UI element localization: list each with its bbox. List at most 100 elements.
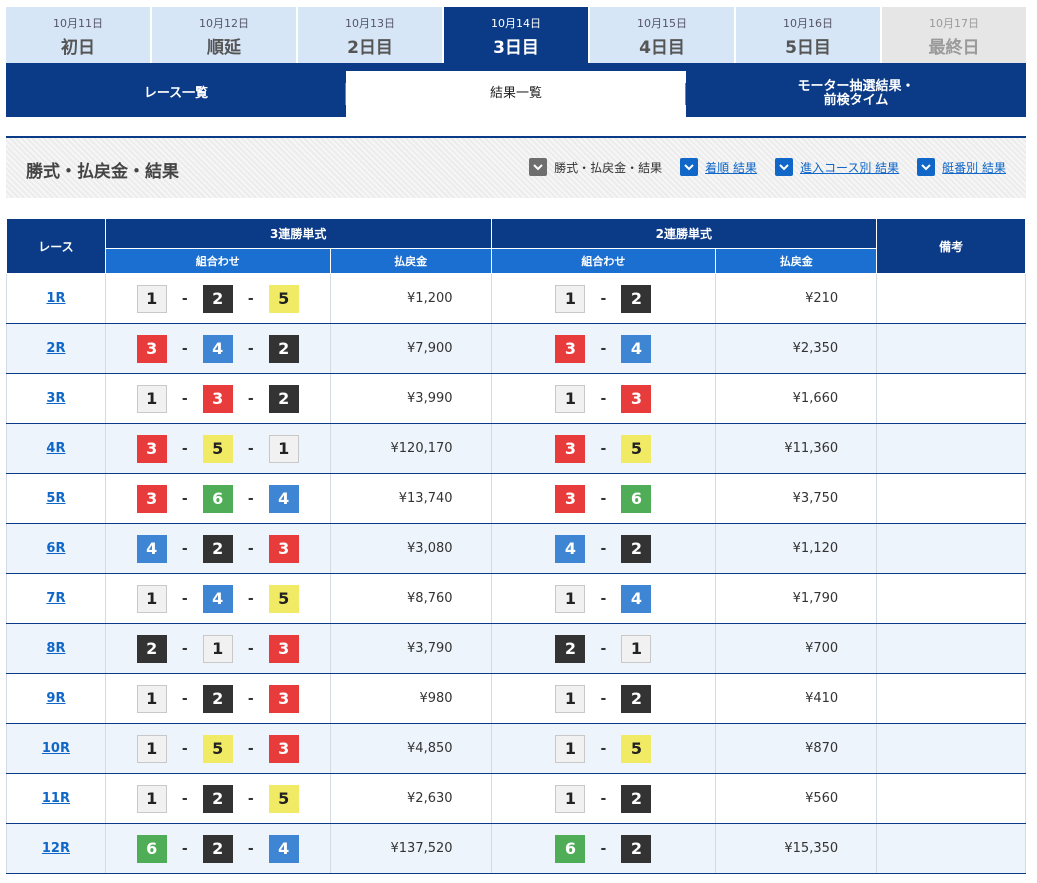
race-link[interactable]: 6R	[46, 541, 65, 556]
link-finish-order[interactable]: 着順 結果	[680, 158, 757, 176]
boat-number-badge: 6	[621, 484, 652, 513]
boat-number-badge: 2	[268, 334, 299, 363]
note-cell	[876, 723, 1026, 774]
link-course[interactable]: 進入コース別 結果	[774, 158, 899, 176]
results-table: レース 3連勝単式 2連勝単式 備考 組合わせ 払戻金 組合わせ 払戻金 1R 1…	[6, 218, 1026, 874]
link-label: 着順 結果	[705, 160, 757, 175]
combo-separator: -	[181, 490, 188, 507]
boat-number-badge: 2	[621, 684, 652, 713]
race-link[interactable]: 7R	[46, 591, 65, 606]
subtab-results[interactable]: 結果一覧	[346, 71, 686, 117]
boat-number-badge: 2	[202, 284, 233, 313]
race-link[interactable]: 5R	[46, 491, 65, 506]
boat-number-badge: 1	[136, 784, 167, 813]
trifecta-payout: ¥3,990	[330, 373, 492, 424]
boat-number-badge: 4	[136, 534, 167, 563]
chevron-down-icon	[917, 158, 936, 176]
race-cell: 10R	[6, 723, 106, 774]
combo-separator: -	[600, 540, 607, 557]
boat-number-badge: 2	[621, 284, 652, 313]
exacta-combo: 1-3	[491, 373, 717, 424]
boat-number-badge: 5	[621, 434, 652, 463]
boat-number-badge: 1	[555, 784, 586, 813]
boat-number-badge: 1	[202, 634, 233, 663]
day-tab-3[interactable]: 10月13日 2日目	[298, 7, 444, 63]
combo-separator: -	[600, 590, 607, 607]
race-link[interactable]: 3R	[46, 391, 65, 406]
table-row: 9R 1-2-3 ¥980 1-2 ¥410	[6, 673, 1026, 724]
table-row: 1R 1-2-5 ¥1,200 1-2 ¥210	[6, 273, 1026, 324]
race-link[interactable]: 11R	[42, 791, 70, 806]
combo-separator: -	[600, 290, 607, 307]
subtab-race-list[interactable]: レース一覧	[6, 71, 346, 117]
boat-number-badge: 1	[136, 384, 167, 413]
boat-number-badge: 4	[202, 584, 233, 613]
combo-separator: -	[247, 340, 254, 357]
combo-separator: -	[600, 790, 607, 807]
boat-number-badge: 3	[136, 484, 167, 513]
exacta-combo: 6-2	[491, 823, 717, 874]
day-tab-2[interactable]: 10月12日順延	[152, 7, 298, 63]
combo-separator: -	[181, 440, 188, 457]
exacta-payout: ¥210	[715, 273, 878, 324]
link-payout-current[interactable]: 勝式・払戻金・結果	[529, 158, 662, 176]
race-link[interactable]: 4R	[46, 441, 65, 456]
boat-number-badge: 1	[621, 634, 652, 663]
exacta-payout: ¥1,660	[715, 373, 878, 424]
exacta-payout: ¥410	[715, 673, 878, 724]
results-rows: 1R 1-2-5 ¥1,200 1-2 ¥210 2R 3-4-2 ¥7,900 3-4 ¥2,3…	[6, 273, 1026, 874]
day-label: 順延	[207, 38, 241, 58]
boat-number-badge: 2	[268, 384, 299, 413]
trifecta-combo: 1-2-5	[105, 273, 331, 324]
trifecta-payout: ¥980	[330, 673, 492, 724]
link-boat-number[interactable]: 艇番別 結果	[917, 158, 1006, 176]
note-cell	[876, 423, 1026, 474]
header-trifecta: 3連勝単式	[104, 218, 492, 249]
day-date: 10月16日	[783, 17, 833, 30]
exacta-payout: ¥870	[715, 723, 878, 774]
exacta-combo: 3-6	[491, 473, 717, 524]
race-link[interactable]: 12R	[42, 841, 70, 856]
boat-number-badge: 5	[268, 284, 299, 313]
day-tab-5[interactable]: 10月15日 4日目	[590, 7, 736, 63]
section-title: 勝式・払戻金・結果	[26, 162, 179, 182]
subtab-motor[interactable]: モーター抽選結果・ 前検タイム	[686, 71, 1026, 117]
exacta-combo: 3-4	[491, 323, 717, 374]
trifecta-combo: 3-5-1	[105, 423, 331, 474]
header-payout: 払戻金	[329, 248, 492, 274]
day-date: 10月11日	[53, 17, 103, 30]
combo-separator: -	[600, 390, 607, 407]
race-link[interactable]: 10R	[42, 741, 70, 756]
day-tab-1[interactable]: 10月11日 初日	[6, 7, 152, 63]
combo-separator: -	[181, 690, 188, 707]
day-tab-6[interactable]: 10月16日 5日目	[736, 7, 882, 63]
boat-number-badge: 3	[202, 384, 233, 413]
day-date: 10月12日	[199, 17, 249, 30]
race-link[interactable]: 9R	[46, 691, 65, 706]
race-link[interactable]: 1R	[46, 291, 65, 306]
combo-separator: -	[181, 340, 188, 357]
boat-number-badge: 1	[555, 584, 586, 613]
day-label: 最終日	[928, 38, 980, 58]
race-link[interactable]: 8R	[46, 641, 65, 656]
exacta-payout: ¥560	[715, 773, 878, 824]
day-label: 4日目	[639, 38, 685, 58]
trifecta-payout: ¥13,740	[330, 473, 492, 524]
exacta-combo: 1-2	[491, 673, 717, 724]
trifecta-combo: 3-6-4	[105, 473, 331, 524]
boat-number-badge: 3	[555, 334, 586, 363]
race-cell: 5R	[6, 473, 106, 524]
trifecta-payout: ¥8,760	[330, 573, 492, 624]
header-combo: 組合わせ	[490, 248, 717, 274]
trifecta-payout: ¥7,900	[330, 323, 492, 374]
trifecta-payout: ¥2,630	[330, 773, 492, 824]
header-payout: 払戻金	[715, 248, 878, 274]
exacta-combo: 1-4	[491, 573, 717, 624]
day-tab-4-active[interactable]: 10月14日 3日目	[444, 7, 590, 63]
race-cell: 3R	[6, 373, 106, 424]
boat-number-badge: 3	[268, 684, 299, 713]
subtab-label: レース一覧	[143, 86, 209, 101]
note-cell	[876, 523, 1026, 574]
boat-number-badge: 3	[136, 334, 167, 363]
race-link[interactable]: 2R	[46, 341, 65, 356]
